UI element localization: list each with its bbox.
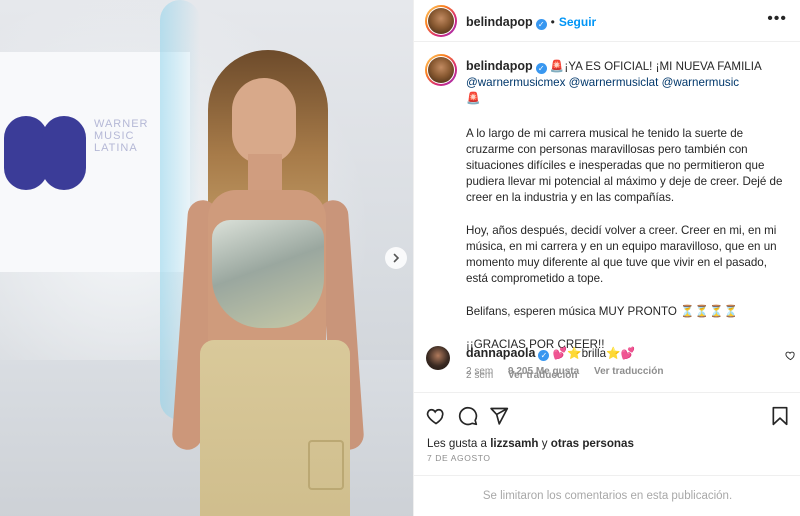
comment-likes[interactable]: 9,205 Me gusta (508, 366, 579, 377)
mention-warnermusic[interactable]: @warnermusic (662, 76, 739, 89)
next-photo-button[interactable] (385, 247, 407, 269)
post-caption: belindapop ✓ 🚨¡YA ES OFICIAL! ¡MI NUEVA F… (466, 58, 784, 384)
comment-icon[interactable] (458, 406, 478, 426)
mention-warnermusicmex[interactable]: @warnermusicmex (466, 76, 565, 89)
photo-subject (150, 50, 390, 516)
likes-prefix: Les gusta a (427, 437, 487, 450)
post-photo[interactable]: WARNER MUSIC LATINA (0, 0, 413, 516)
verified-badge-icon: ✓ (535, 63, 547, 74)
commenter-username[interactable]: dannapaola (466, 346, 535, 360)
comment-like-heart-icon[interactable] (785, 350, 796, 361)
post-header: belindapop ✓ • Seguir ••• (414, 0, 800, 42)
more-options-icon[interactable]: ••• (767, 10, 787, 28)
likes-others[interactable]: otras personas (551, 437, 634, 450)
caption-paragraph-3: Belifans, esperen música MUY PRONTO ⏳⏳⏳⏳ (466, 305, 738, 318)
caption-headline: 🚨¡YA ES OFICIAL! ¡MI NUEVA FAMILIA (549, 60, 762, 73)
post-actions: Les gusta a lizzsamh y otras personas 7 … (414, 392, 800, 516)
bookmark-icon[interactable] (771, 406, 789, 426)
comment-see-translation[interactable]: Ver traducción (594, 366, 663, 377)
author-avatar[interactable] (425, 5, 457, 37)
commenter-avatar[interactable] (426, 346, 450, 370)
comment-text: 💕⭐brilla⭐💕 (552, 347, 635, 360)
heart-icon[interactable] (426, 406, 446, 426)
caption-author-avatar[interactable] (425, 54, 457, 86)
caption-username[interactable]: belindapop (466, 59, 533, 73)
chevron-right-icon (393, 253, 400, 263)
separator-dot: • (550, 15, 555, 29)
author-username[interactable]: belindapop (466, 15, 533, 29)
likes-user[interactable]: lizzsamh (490, 437, 538, 450)
comment-time: 2 sem (466, 366, 494, 377)
follow-button[interactable]: Seguir (559, 15, 596, 29)
likes-summary: Les gusta a lizzsamh y otras personas (427, 437, 634, 450)
warner-music-logo-text: WARNER MUSIC LATINA (94, 118, 149, 154)
post-details-panel: belindapop ✓ • Seguir ••• belindapop ✓ 🚨¡YA … (413, 0, 800, 516)
likes-join: y (541, 437, 548, 450)
post-date[interactable]: 7 DE AGOSTO (427, 453, 491, 463)
mention-warnermusiclat[interactable]: @warnermusiclat (569, 76, 659, 89)
caption-paragraph-1: A lo largo de mi carrera musical he teni… (466, 127, 783, 204)
comments-limited-notice: Se limitaron los comentarios en esta pub… (414, 475, 800, 516)
send-icon[interactable] (489, 406, 509, 426)
caption-trailing-emoji: 🚨 (466, 92, 481, 105)
verified-badge-icon: ✓ (538, 350, 550, 361)
verified-badge-icon: ✓ (535, 19, 547, 30)
caption-paragraph-2: Hoy, años después, decidí volver a creer… (466, 224, 777, 285)
comment-meta: 2 sem 9,205 Me gusta Ver traducción (466, 366, 663, 377)
